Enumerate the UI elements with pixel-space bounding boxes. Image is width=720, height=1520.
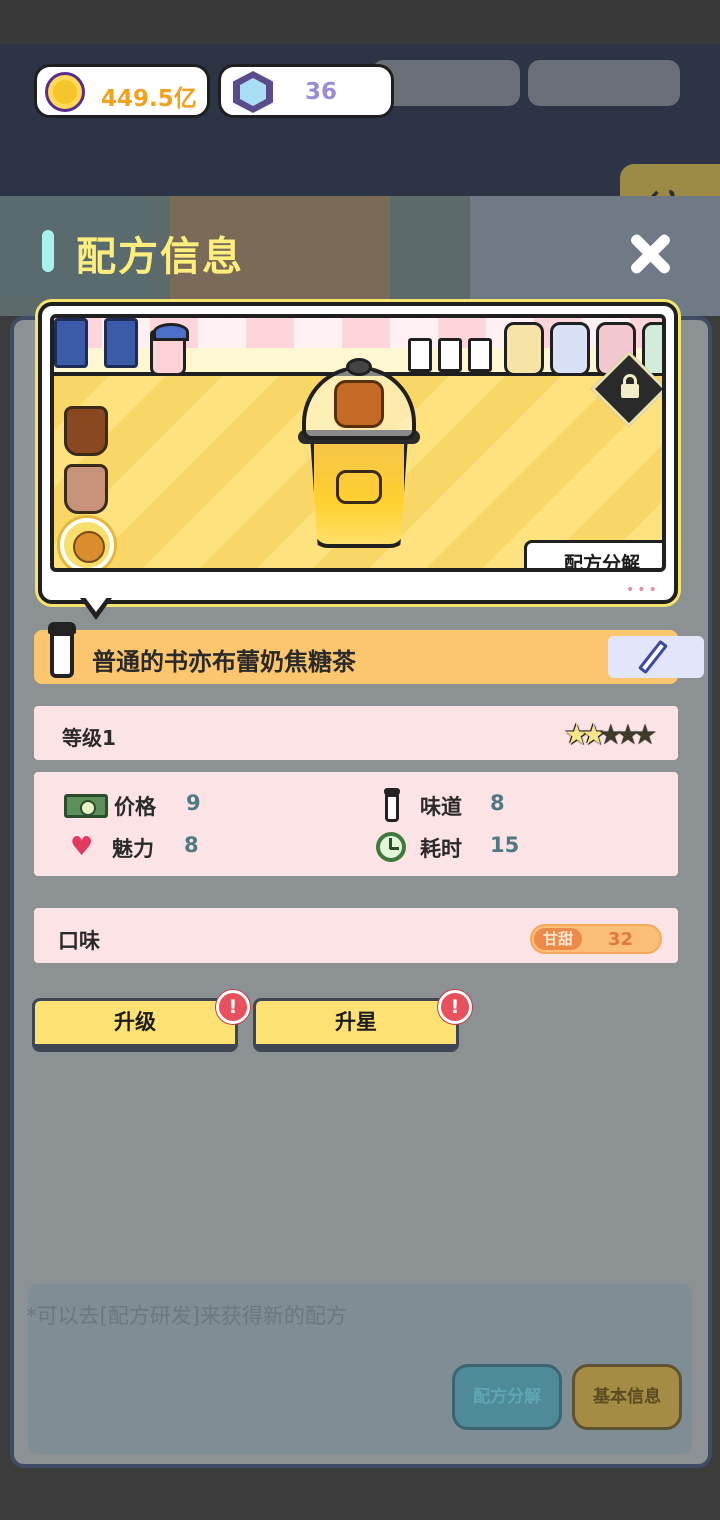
pencil-icon	[637, 639, 669, 675]
coin-icon	[45, 72, 85, 112]
stat-time: 耗时 15	[376, 830, 576, 862]
order-ticket	[438, 338, 462, 372]
ingredient-jar	[550, 322, 590, 376]
flavor-value: 32	[608, 929, 634, 950]
stats-panel: 价格 9 味道 8 ♥ 魅力 8 耗时 15	[34, 772, 678, 876]
money-icon	[64, 794, 108, 818]
heart-icon: ♥	[70, 832, 94, 862]
background-tab-button: 基本信息	[572, 1364, 682, 1430]
star-icon-filled: ★	[564, 718, 589, 751]
shop-counter-scene: 配方分解	[50, 314, 666, 572]
gem-currency[interactable]: 36	[218, 64, 394, 118]
alert-badge-icon: !	[438, 990, 472, 1024]
stat-price-value: 9	[186, 791, 201, 815]
creme-brulee-ingredient-icon	[60, 518, 114, 568]
stat-charm: ♥ 魅力 8	[64, 830, 264, 862]
recipe-preview-card: 配方分解 •••	[38, 302, 678, 604]
alert-badge-icon: !	[216, 990, 250, 1024]
stat-taste-value: 8	[490, 791, 505, 815]
milk-tea-drink-illustration	[298, 358, 420, 548]
stat-time-value: 15	[490, 833, 520, 857]
lock-icon-body	[621, 384, 639, 398]
star-up-button[interactable]: 升星	[253, 998, 459, 1052]
hexagon-gem-icon	[233, 71, 273, 113]
speech-tail-inner	[84, 596, 108, 612]
stat-taste: 味道 8	[376, 788, 576, 822]
status-bar-area	[0, 0, 720, 44]
blue-chair	[54, 318, 88, 368]
title-accent-bar	[42, 230, 54, 272]
background-hint-text: *可以去[配方研发]来获得新的配方	[26, 1304, 347, 1328]
background-building	[470, 196, 720, 316]
level-row: 等级1 ★★★★★	[34, 706, 678, 760]
milk-tea-ingredient-icon	[64, 464, 108, 514]
star-icon-empty: ★	[598, 718, 623, 751]
stat-charm-value: 8	[184, 833, 199, 857]
cat-face-icon	[336, 470, 382, 504]
star-icon-filled: ★	[581, 718, 606, 751]
flavor-tag: 甘甜	[534, 928, 582, 950]
gold-amount: 449.5亿	[101, 86, 197, 112]
pink-cup	[150, 323, 189, 376]
gold-currency[interactable]: 449.5亿	[34, 64, 210, 118]
panel-title: 配方信息	[76, 234, 244, 280]
flavor-row: 口味 甘甜 32	[34, 908, 678, 963]
background-currency-pill	[528, 60, 680, 106]
drink-cup-icon	[48, 622, 76, 678]
recipe-name-bar: 普通的书亦布蕾奶焦糖茶	[34, 622, 704, 684]
blue-chair	[104, 318, 138, 368]
stat-taste-label: 味道	[420, 795, 462, 819]
recipe-decompose-button[interactable]: 配方分解	[524, 540, 662, 568]
upgrade-button[interactable]: 升级	[32, 998, 238, 1052]
background-currency-pill	[372, 60, 520, 106]
stat-charm-label: 魅力	[112, 837, 154, 861]
recipe-name: 普通的书亦布蕾奶焦糖茶	[92, 648, 356, 676]
star-icon-empty: ★	[615, 718, 640, 751]
star-icon-empty: ★	[632, 718, 657, 751]
close-icon[interactable]	[624, 228, 676, 280]
stat-price-label: 价格	[114, 795, 156, 819]
stat-price: 价格 9	[64, 788, 264, 819]
order-ticket	[468, 338, 492, 372]
edit-name-button[interactable]	[608, 636, 704, 678]
gem-amount: 36	[305, 79, 338, 105]
clock-icon	[376, 832, 406, 862]
caramel-ingredient-icon	[64, 406, 108, 456]
level-label: 等级1	[62, 726, 116, 750]
cup-icon	[384, 788, 400, 822]
ingredient-jar	[504, 322, 544, 376]
more-dots-indicator: •••	[626, 582, 660, 598]
star-rating: ★★★★★	[564, 718, 658, 751]
background-tab-button: 配方分解	[452, 1364, 562, 1430]
flavor-label: 口味	[58, 929, 100, 953]
stat-time-label: 耗时	[420, 837, 462, 861]
flavor-badge: 甘甜 32	[530, 924, 662, 954]
